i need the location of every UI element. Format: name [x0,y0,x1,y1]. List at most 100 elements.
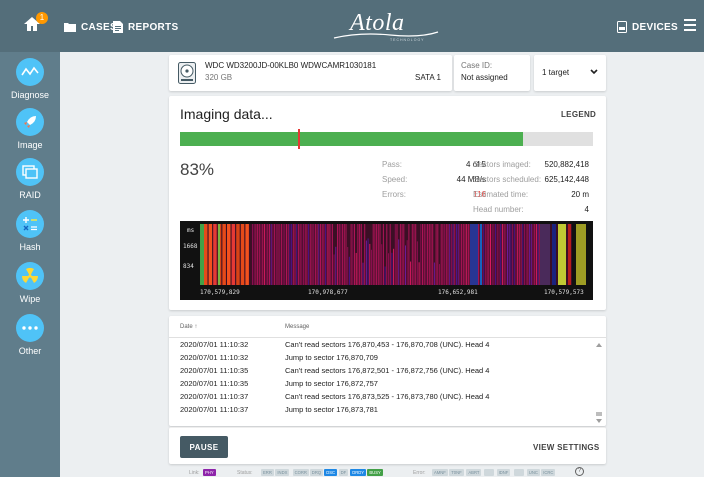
more-dots-icon [16,314,44,342]
atola-logo: Atola TECHNOLOGY [330,10,440,42]
sidebar-item-label: Hash [19,242,41,252]
table-row: 2020/07/01 11:10:32 Jump to sector 176,8… [169,351,594,364]
sidebar-item-label: Diagnose [10,90,50,100]
heatmap-y-unit: ms [187,227,195,234]
read-time-heatmap: ms 1668 834 170,579,829 170,978,677 176,… [180,221,593,300]
chevron-down-icon [590,69,598,75]
stat-speed-label: Speed: [382,175,408,184]
sidebar-item-image[interactable]: Image [0,108,60,150]
case-id-card[interactable]: Case ID: Not assigned [454,55,530,91]
sidebar-item-label: Image [17,140,43,150]
target-count: 1 target [542,68,570,77]
nav-cases[interactable]: CASES [64,19,117,35]
target-selector[interactable]: 1 target [534,55,606,91]
sidebar-item-label: Other [18,346,42,356]
stat-pass-label: Pass: [382,160,403,169]
table-row: 2020/07/01 11:10:32 Can't read sectors 1… [169,338,594,351]
folder-icon [64,23,76,32]
hard-drive-icon [178,62,196,84]
sidebar-item-hash[interactable]: Hash [0,210,60,252]
log-date: 2020/07/01 11:10:37 [180,392,249,401]
heatmap-x-tick: 170,579,829 [200,289,240,296]
sidebar: Diagnose Image RAID Hash Wipe Other [0,52,60,477]
sidebar-item-raid[interactable]: RAID [0,158,60,200]
error-chip: ABRT [466,469,482,476]
sidebar-item-wipe[interactable]: Wipe [0,262,60,304]
log-message: Jump to sector 176,870,709 [285,353,378,362]
table-row: 2020/07/01 11:10:35 Can't read sectors 1… [169,364,594,377]
menu-bar [684,19,696,21]
menu-button[interactable] [684,19,696,31]
imaging-card: Imaging data... LEGEND 83% Pass: 4 of 5 … [169,96,606,310]
error-chip: IDNF [496,469,511,476]
scroll-up-icon [596,343,602,347]
drive-model: WDC WD3200JD-00KLB0 WDWCAMR1030181 [205,61,377,70]
status-chip: CORR [292,469,309,476]
sort-by-date-header[interactable]: Date ↑ [180,324,197,330]
stat-errors-label: Errors: [382,190,406,199]
log-date: 2020/07/01 11:10:35 [180,366,249,375]
stat-sectors-imaged-value: 520,882,418 [544,160,590,169]
pulse-icon [16,58,44,86]
progress-position-marker [297,129,300,149]
heatmap-y-tick: 834 [183,263,194,270]
heatmap-y-tick: 1668 [183,243,198,250]
log-message: Can't read sectors 176,872,501 - 176,872… [285,366,490,375]
device-icon [617,21,627,33]
stat-head-number-value: 4 [584,205,589,214]
nav-reports[interactable]: REPORTS [113,19,178,35]
calculator-icon [16,210,44,238]
heatmap-stripes [200,224,586,285]
log-scrollbar[interactable] [595,338,603,426]
status-chip: DF [338,469,349,476]
view-settings-button[interactable]: VIEW SETTINGS [533,443,600,452]
table-row: 2020/07/01 11:10:37 Can't read sectors 1… [169,390,594,403]
top-bar: 1 CASES REPORTS Atola TECHNOLOGY DEVICES [0,0,704,52]
stat-estimated-time-value: 20 m [571,190,589,199]
logo-subtext: TECHNOLOGY [390,38,425,42]
document-icon [113,21,123,33]
legend-button[interactable]: LEGEND [561,110,596,119]
log-date: 2020/07/01 11:10:32 [180,353,249,362]
rocket-icon [16,108,44,136]
case-id-label: Case ID: [461,61,493,70]
error-label: Error: [413,470,426,476]
sidebar-item-other[interactable]: Other [0,314,60,356]
source-drive-card[interactable]: WDC WD3200JD-00KLB0 WDWCAMR1030181 320 G… [169,55,452,91]
progress-bar [180,129,593,149]
nav-devices[interactable]: DEVICES [617,19,678,35]
status-chip: DRQ [309,469,324,476]
help-icon[interactable]: ? [575,467,584,476]
link-chip: PHY [203,469,216,476]
logo-text: Atola [350,10,405,36]
status-chip: DRDY [350,469,367,476]
scroll-thumb[interactable] [596,412,602,416]
scroll-down-icon [596,419,602,423]
actions-bar: PAUSE VIEW SETTINGS [169,427,606,464]
log-table-header: Date ↑ Message [169,316,606,338]
error-chip: T0NF [449,469,464,476]
pause-button[interactable]: PAUSE [180,436,228,458]
heatmap-x-tick: 176,652,981 [438,289,478,296]
link-label: Link: [189,470,200,476]
error-chip [513,469,524,476]
device-status-line: Link: PHY Status: ERR INDX CORR DRQ DSC DF DRD… [169,467,606,477]
drive-port: SATA 1 [415,73,441,82]
status-label: Status: [237,470,253,476]
sidebar-item-label: RAID [19,190,41,200]
error-chip: ICRC [541,469,556,476]
radiation-icon [16,262,44,290]
stat-sectors-scheduled-value: 625,142,448 [544,175,590,184]
sidebar-item-label: Wipe [19,294,41,304]
sidebar-item-diagnose[interactable]: Diagnose [0,58,60,100]
drive-capacity: 320 GB [205,73,233,82]
nav-reports-label: REPORTS [128,21,179,33]
heatmap-x-tick: 170,978,677 [308,289,348,296]
log-message: Can't read sectors 176,873,525 - 176,873… [285,392,490,401]
stat-head-number-label: Head number: [473,205,524,214]
progress-percent: 83% [180,160,215,179]
log-table: Date ↑ Message 2020/07/01 11:10:32 Can't… [169,316,606,426]
log-message: Jump to sector 176,873,781 [285,405,378,414]
notification-badge[interactable]: 1 [36,12,48,24]
error-chip: AMNF [432,469,448,476]
